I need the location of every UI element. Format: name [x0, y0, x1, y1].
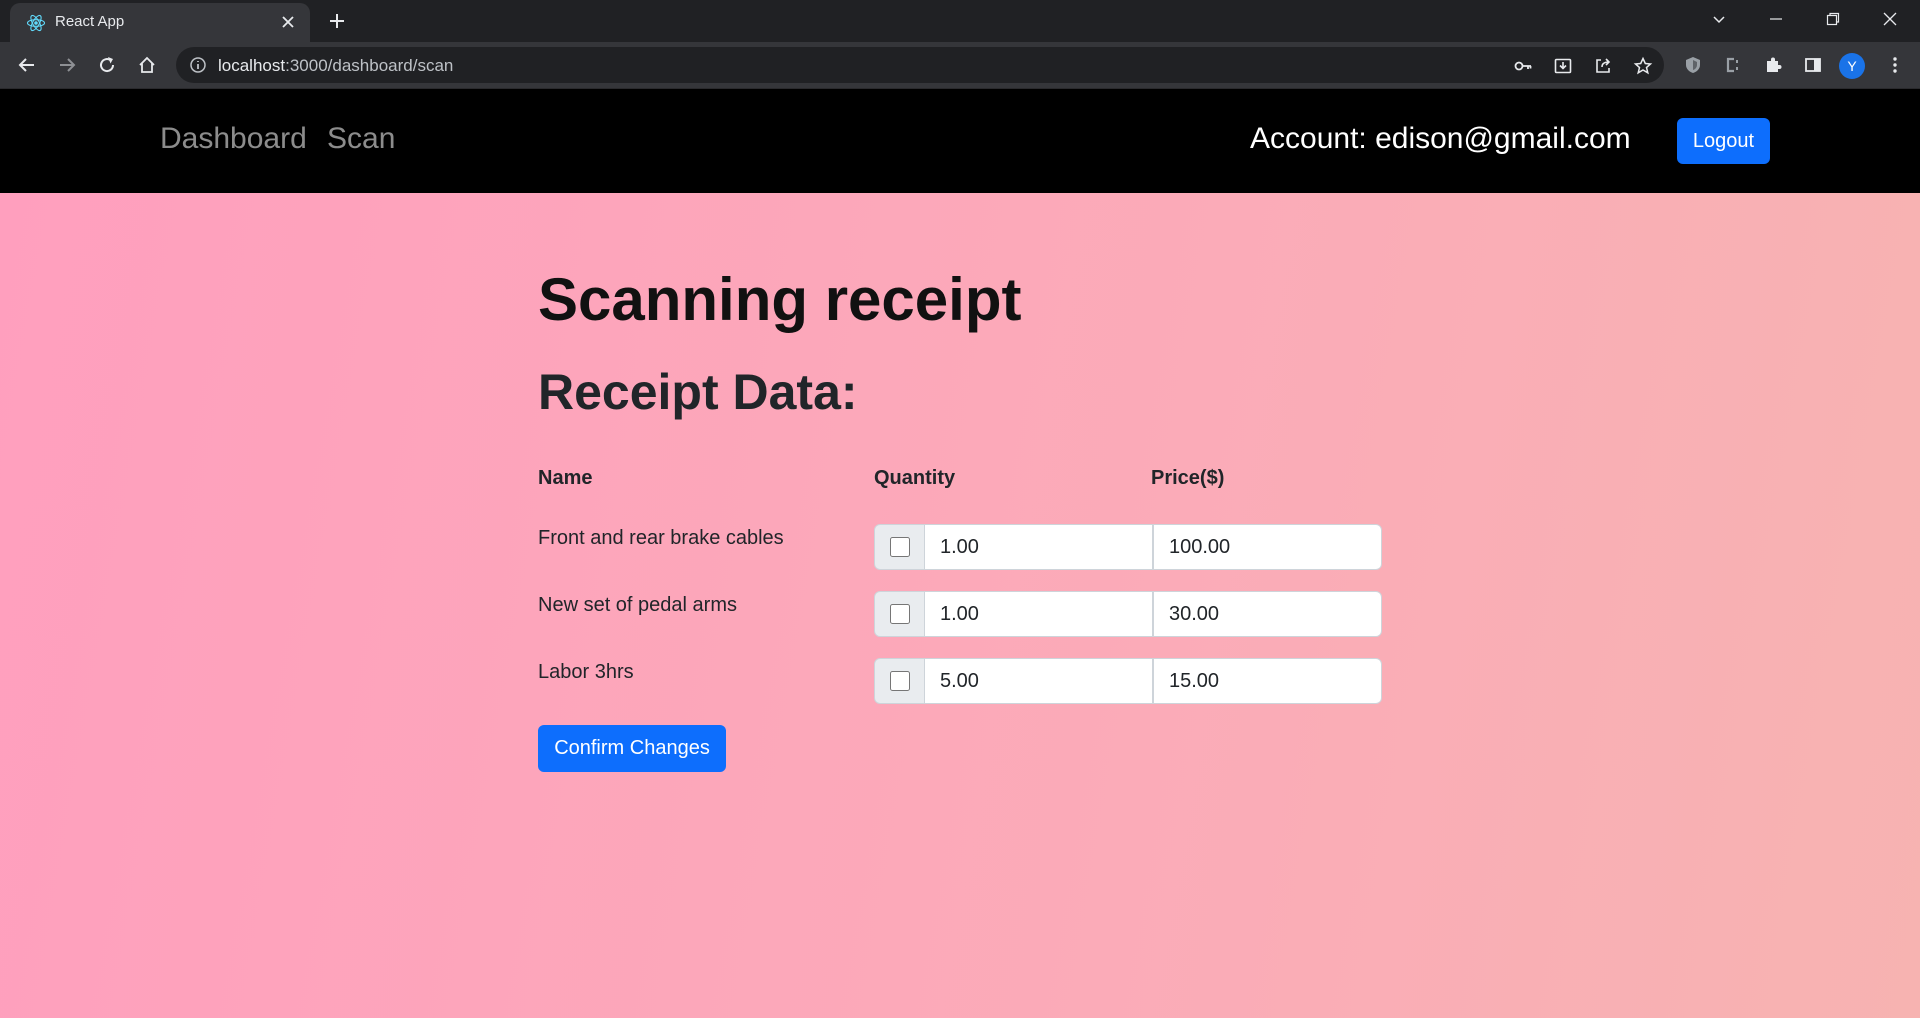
restore-window-icon[interactable]: [1805, 0, 1861, 38]
item-checkbox[interactable]: [889, 604, 910, 624]
minimize-window-icon[interactable]: [1748, 0, 1804, 38]
react-logo-icon: [26, 13, 46, 33]
bookmark-star-icon[interactable]: [1630, 53, 1656, 79]
reload-icon[interactable]: [92, 50, 122, 80]
browser-tab[interactable]: React App: [10, 3, 310, 42]
column-header-quantity: Quantity: [874, 467, 956, 489]
site-info-icon[interactable]: [188, 55, 208, 75]
app-navbar: Dashboard Scan Account: edison@gmail.com…: [0, 89, 1920, 193]
share-icon[interactable]: [1590, 53, 1616, 79]
column-header-price: Price($): [1151, 467, 1225, 489]
item-row-inputs: [874, 524, 1382, 570]
item-row-inputs: [874, 658, 1382, 704]
close-window-icon[interactable]: [1862, 0, 1918, 38]
profile-avatar[interactable]: Y: [1839, 53, 1865, 79]
section-heading: Receipt Data:: [538, 364, 858, 420]
quantity-input[interactable]: [925, 591, 1153, 637]
item-checkbox-wrapper: [874, 591, 925, 637]
item-checkbox[interactable]: [889, 537, 910, 557]
account-email: Account: edison@gmail.com: [1250, 122, 1631, 155]
url-path: :3000/dashboard/scan: [285, 56, 454, 75]
forward-arrow-icon[interactable]: [52, 50, 82, 80]
address-url: localhost:3000/dashboard/scan: [218, 56, 453, 76]
item-checkbox-wrapper: [874, 524, 925, 570]
price-input[interactable]: [1153, 658, 1382, 704]
url-host: localhost: [218, 56, 286, 75]
code-extension-icon[interactable]: [1718, 50, 1748, 80]
confirm-changes-button[interactable]: Confirm Changes: [538, 725, 726, 772]
close-tab-icon[interactable]: [276, 10, 300, 34]
side-panel-icon[interactable]: [1798, 50, 1828, 80]
item-checkbox-wrapper: [874, 658, 925, 704]
browser-tab-strip: React App: [0, 0, 1920, 42]
nav-link-scan[interactable]: Scan: [327, 122, 395, 156]
back-arrow-icon[interactable]: [12, 50, 42, 80]
browser-menu-kebab-icon[interactable]: [1880, 50, 1910, 80]
item-row-inputs: [874, 591, 1382, 637]
new-tab-plus-icon[interactable]: [324, 8, 350, 34]
password-key-icon[interactable]: [1510, 53, 1536, 79]
install-app-icon[interactable]: [1550, 53, 1576, 79]
item-name: Front and rear brake cables: [538, 527, 784, 549]
main-content: Scanning receipt Receipt Data: Name Quan…: [0, 193, 1920, 1018]
item-checkbox[interactable]: [889, 671, 910, 691]
price-input[interactable]: [1153, 591, 1382, 637]
tab-title: React App: [55, 13, 125, 30]
shield-extension-icon[interactable]: [1678, 50, 1708, 80]
page-title: Scanning receipt: [538, 266, 1022, 333]
tab-search-chevron-icon[interactable]: [1691, 0, 1747, 38]
item-name: New set of pedal arms: [538, 594, 737, 616]
column-header-name: Name: [538, 467, 593, 489]
browser-toolbar: localhost:3000/dashboard/scan Y: [0, 42, 1920, 89]
price-input[interactable]: [1153, 524, 1382, 570]
nav-link-dashboard[interactable]: Dashboard: [160, 122, 307, 156]
quantity-input[interactable]: [925, 524, 1153, 570]
quantity-input[interactable]: [925, 658, 1153, 704]
address-bar[interactable]: localhost:3000/dashboard/scan: [176, 47, 1664, 83]
item-name: Labor 3hrs: [538, 661, 634, 683]
extensions-puzzle-icon[interactable]: [1758, 50, 1788, 80]
logout-button[interactable]: Logout: [1677, 118, 1770, 164]
home-icon[interactable]: [132, 50, 162, 80]
